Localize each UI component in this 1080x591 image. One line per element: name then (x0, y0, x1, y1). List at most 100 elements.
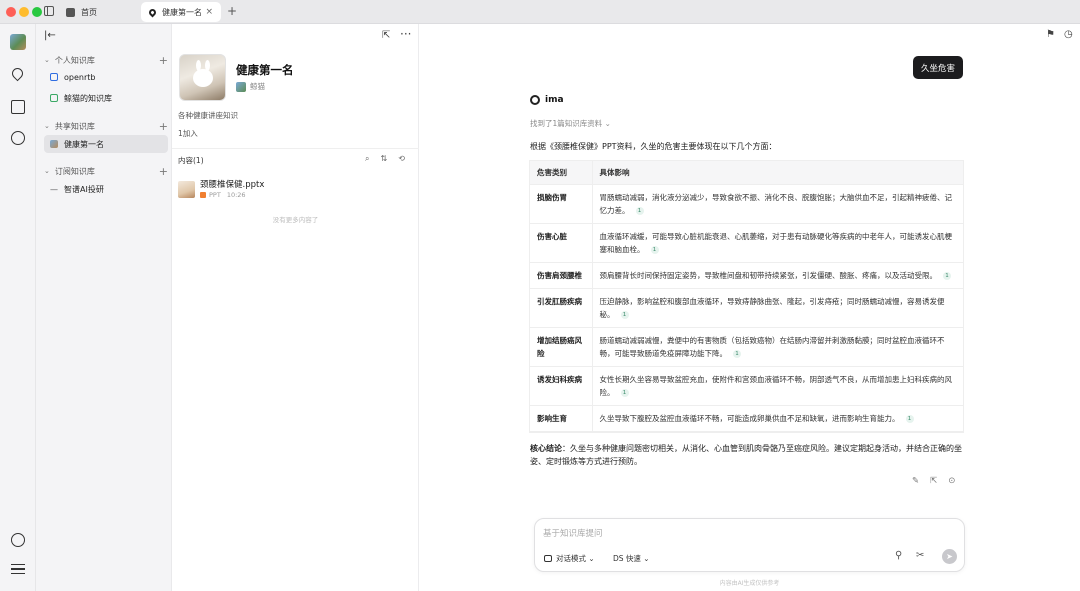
harm-impact: 压迫静脉，影响盆腔和腹部血液循环，导致痔静脉曲张、隆起，引发痔疮；同时肠蠕动减慢… (599, 296, 945, 319)
file-item[interactable]: 颈腰椎保健.pptx PPT 10:26 (178, 178, 413, 200)
harm-category: 伤害肩颈腰椎 (530, 262, 593, 289)
file-name: 颈腰椎保健.pptx (200, 180, 265, 190)
kb-author-name: 鲸猫 (250, 82, 265, 91)
kb-book-icon (50, 73, 58, 81)
sidebar-item-label: 健康第一名 (64, 139, 104, 149)
user-message: 久坐危害 (913, 56, 963, 79)
icon-rail (0, 24, 36, 591)
answer-actions: ✎ ⇱ ⊙ (912, 476, 955, 486)
model-dropdown[interactable]: DS 快速 ⌄ (613, 551, 650, 565)
harm-category: 诱发妇科疾病 (530, 366, 593, 406)
tab-health-kb[interactable]: 健康第一名 × (141, 2, 221, 22)
citation-badge[interactable]: 1 (635, 206, 644, 215)
section-subscribed[interactable]: ⌄ 订阅知识库 + (44, 164, 168, 178)
kb-author[interactable]: 鲸猫 (236, 81, 265, 92)
share-icon[interactable]: ⇱ (930, 476, 937, 486)
user-avatar[interactable] (10, 34, 26, 50)
edit-note-icon[interactable]: ✎ (912, 476, 919, 486)
table-row: 伤害心脏 血液循环减缓，可能导致心脏机能衰退、心肌萎缩，对于患有动脉硬化等疾病的中… (530, 223, 963, 263)
tab-health-kb-label: 健康第一名 (162, 7, 202, 17)
citation-badge[interactable]: 1 (620, 388, 629, 397)
ai-disclaimer: 内容由AI生成仅供参考 (719, 580, 780, 587)
chevron-down-icon: ⌄ (44, 167, 50, 175)
chat-area: ⚑ ◷ 久坐危害 ima 找到了1篇知识库资料 ⌄ 根据《颈腰椎保健》PPT资料… (420, 24, 1080, 591)
citation-badge[interactable]: 1 (650, 245, 659, 254)
add-personal-kb-icon[interactable]: + (159, 54, 168, 67)
chat-bubble-icon (544, 554, 552, 562)
add-subscribed-kb-icon[interactable]: + (159, 165, 168, 178)
conclusion-text: ：久坐与多种健康问题密切相关，从消化、心血管到肌肉骨骼乃至癌症风险。建议定期起身… (530, 444, 962, 466)
answer-intro: 根据《颈腰椎保健》PPT资料，久坐的危害主要体现在以下几个方面： (530, 142, 777, 151)
bunny-figure (193, 60, 213, 87)
harm-impact: 胃肠蠕动减弱，消化液分泌减少，导致食欲不振、消化不良、脘腹饱胀；大脑供血不足，引… (599, 192, 953, 215)
file-meta: PPT 10:26 (200, 191, 246, 199)
refresh-icon[interactable]: ⟲ (398, 154, 405, 164)
citation-badge[interactable]: 1 (943, 271, 951, 280)
sidebar-item-ai-research[interactable]: — 智谱AI投研 (44, 180, 168, 198)
citation-badge[interactable]: 1 (905, 414, 914, 423)
table-header-impact: 具体影响 (592, 161, 963, 185)
share-icon[interactable]: ⇱ (382, 30, 390, 41)
bookmark-icon[interactable]: ⚑ (1046, 29, 1055, 40)
sidebar-item-openrtb[interactable]: openrtb (44, 68, 168, 86)
menu-icon[interactable] (11, 564, 25, 574)
collapse-sidebar-icon[interactable]: |← (44, 30, 56, 41)
window-close-button[interactable] (6, 7, 16, 17)
sidebar-item-label: openrtb (64, 72, 96, 82)
more-icon[interactable]: ⊙ (948, 476, 955, 486)
sidebar-toggle-icon[interactable] (44, 6, 54, 16)
sort-icon[interactable]: ⇅ (380, 154, 387, 164)
content-toolbar: ⌕ ⇅ ⟲ (365, 154, 405, 164)
search-icon[interactable]: ⌕ (365, 154, 369, 164)
tab-home[interactable]: 首页 (58, 2, 138, 22)
harm-category: 损脑伤胃 (530, 184, 593, 224)
author-avatar (236, 81, 246, 92)
kb-joined-count: 1加入 (178, 129, 198, 138)
new-tab-button[interactable]: + (227, 4, 237, 18)
compass-icon[interactable] (11, 131, 25, 145)
window-maximize-button[interactable] (32, 7, 42, 17)
paperclip-icon[interactable]: ⚲ (895, 550, 902, 561)
tab-home-label: 首页 (81, 7, 97, 17)
section-shared[interactable]: ⌄ 共享知识库 + (44, 119, 168, 133)
core-conclusion: 核心结论：久坐与多种健康问题密切相关，从消化、心血管到肌肉骨骼乃至癌症风险。建议… (530, 442, 964, 468)
chevron-down-icon: ⌄ (640, 553, 650, 563)
citation-badge[interactable]: 1 (620, 310, 629, 319)
harm-impact-cell: 女性长期久坐容易导致盆腔充血，使附件和宫颈血液循环不畅，阴部透气不良，从而增加患… (592, 366, 963, 406)
table-row: 引发肛肠疾病 压迫静脉，影响盆腔和腹部血液循环，导致痔静脉曲张、隆起，引发痔疮；同… (530, 288, 963, 328)
send-button[interactable]: ➤ (942, 549, 957, 564)
clock-icon[interactable] (11, 533, 25, 547)
citation-badge[interactable]: 1 (733, 349, 741, 358)
more-icon[interactable]: ··· (400, 27, 411, 41)
ppt-icon (200, 192, 206, 198)
assistant-header: ima (530, 95, 564, 105)
scissors-icon[interactable]: ✂ (916, 550, 924, 561)
history-icon[interactable]: ◷ (1064, 29, 1073, 40)
sidebar-item-fish-cat[interactable]: 鲸猫的知识库 (44, 89, 168, 107)
chevron-down-icon: ⌄ (586, 553, 595, 563)
sources-found-text: 找到了1篇知识库资料 (530, 119, 603, 128)
assistant-name: ima (545, 95, 564, 105)
tab-close-icon[interactable]: × (205, 7, 213, 17)
table-row: 损脑伤胃 胃肠蠕动减弱，消化液分泌减少，导致食欲不振、消化不良、脘腹饱胀；大脑供血… (530, 184, 963, 224)
section-personal[interactable]: ⌄ 个人知识库 + (44, 53, 168, 67)
edit-icon[interactable] (11, 100, 25, 114)
harm-impact-cell: 肠道蠕动减弱减慢，粪便中的有害物质（包括致癌物）在结肠内滞留并刺激肠黏膜；同时盆… (592, 327, 963, 367)
content-header: 内容(1) (178, 156, 204, 165)
kb-description: 各种健康讲座知识 (178, 111, 238, 120)
chat-mode-dropdown[interactable]: 对话模式 ⌄ (544, 551, 595, 565)
sidebar-item-health[interactable]: 健康第一名 (44, 135, 168, 153)
location-icon[interactable] (9, 65, 26, 82)
chat-input[interactable]: 基于知识库提问 (543, 527, 603, 539)
add-shared-kb-icon[interactable]: + (159, 120, 168, 133)
section-subscribed-label: 订阅知识库 (54, 166, 95, 176)
harm-category: 增加结肠癌风险 (530, 327, 593, 367)
model-label: DS 快速 (613, 553, 641, 563)
panda-icon (530, 95, 540, 105)
harm-category: 引发肛肠疾病 (530, 288, 593, 328)
chat-input-box[interactable]: 基于知识库提问 对话模式 ⌄ DS 快速 ⌄ ⚲ ✂ ➤ (534, 518, 965, 572)
window-minimize-button[interactable] (19, 7, 29, 17)
kb-cover-image (179, 54, 226, 101)
sources-found-toggle[interactable]: 找到了1篇知识库资料 ⌄ (530, 118, 611, 129)
chevron-down-icon: ⌄ (44, 56, 50, 64)
